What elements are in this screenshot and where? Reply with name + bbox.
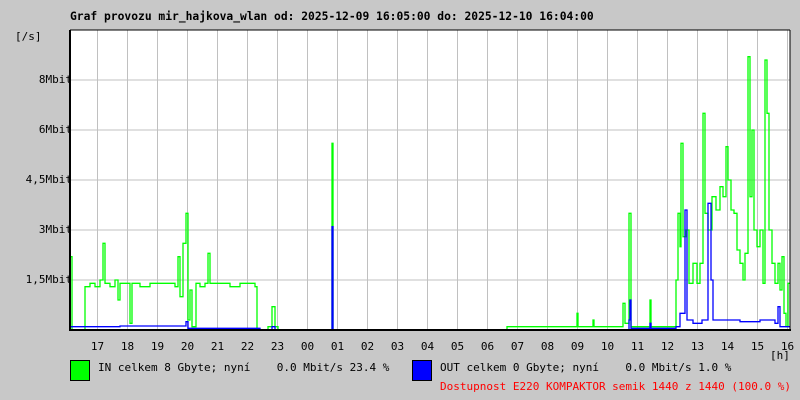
x-tick-label: 07 xyxy=(510,340,525,353)
x-tick-label: 23 xyxy=(270,340,285,353)
legend-out-text: OUT celkem 0 Gbyte; nyní 0.0 Mbit/s 1.0 … xyxy=(440,361,732,374)
legend-in-swatch xyxy=(70,360,90,381)
legend-in-text: IN celkem 8 Gbyte; nyní 0.0 Mbit/s 23.4 … xyxy=(98,361,390,374)
x-axis-unit: [h] xyxy=(770,349,790,362)
x-tick-label: 00 xyxy=(300,340,315,353)
x-tick-label: 12 xyxy=(660,340,675,353)
x-tick-label: 08 xyxy=(540,340,555,353)
x-tick-label: 11 xyxy=(630,340,645,353)
legend-out-swatch xyxy=(412,360,432,381)
y-tick-label: 4,5Mbit xyxy=(25,173,72,186)
x-tick-label: 02 xyxy=(360,340,375,353)
x-tick-label: 09 xyxy=(570,340,585,353)
x-tick-label: 18 xyxy=(120,340,135,353)
x-tick-label: 13 xyxy=(690,340,705,353)
x-tick-label: 19 xyxy=(150,340,165,353)
x-tick-label: 03 xyxy=(390,340,405,353)
x-tick-label: 21 xyxy=(210,340,225,353)
y-tick-label: 1,5Mbit xyxy=(25,273,72,286)
y-tick-label: 6Mbit xyxy=(38,123,72,136)
x-tick-label: 15 xyxy=(750,340,765,353)
x-tick-label: 10 xyxy=(600,340,615,353)
x-tick-label: 22 xyxy=(240,340,255,353)
x-tick-label: 04 xyxy=(420,340,435,353)
y-tick-label: 3Mbit xyxy=(38,223,72,236)
x-tick-label: 06 xyxy=(480,340,495,353)
x-tick-label: 01 xyxy=(330,340,345,353)
x-tick-label: 20 xyxy=(180,340,195,353)
availability-text: Dostupnost E220 KOMPAKTOR semik 1440 z 1… xyxy=(440,380,791,393)
y-tick-label: 8Mbit xyxy=(38,73,72,86)
x-tick-label: 17 xyxy=(90,340,105,353)
x-tick-label: 05 xyxy=(450,340,465,353)
x-tick-label: 14 xyxy=(720,340,735,353)
